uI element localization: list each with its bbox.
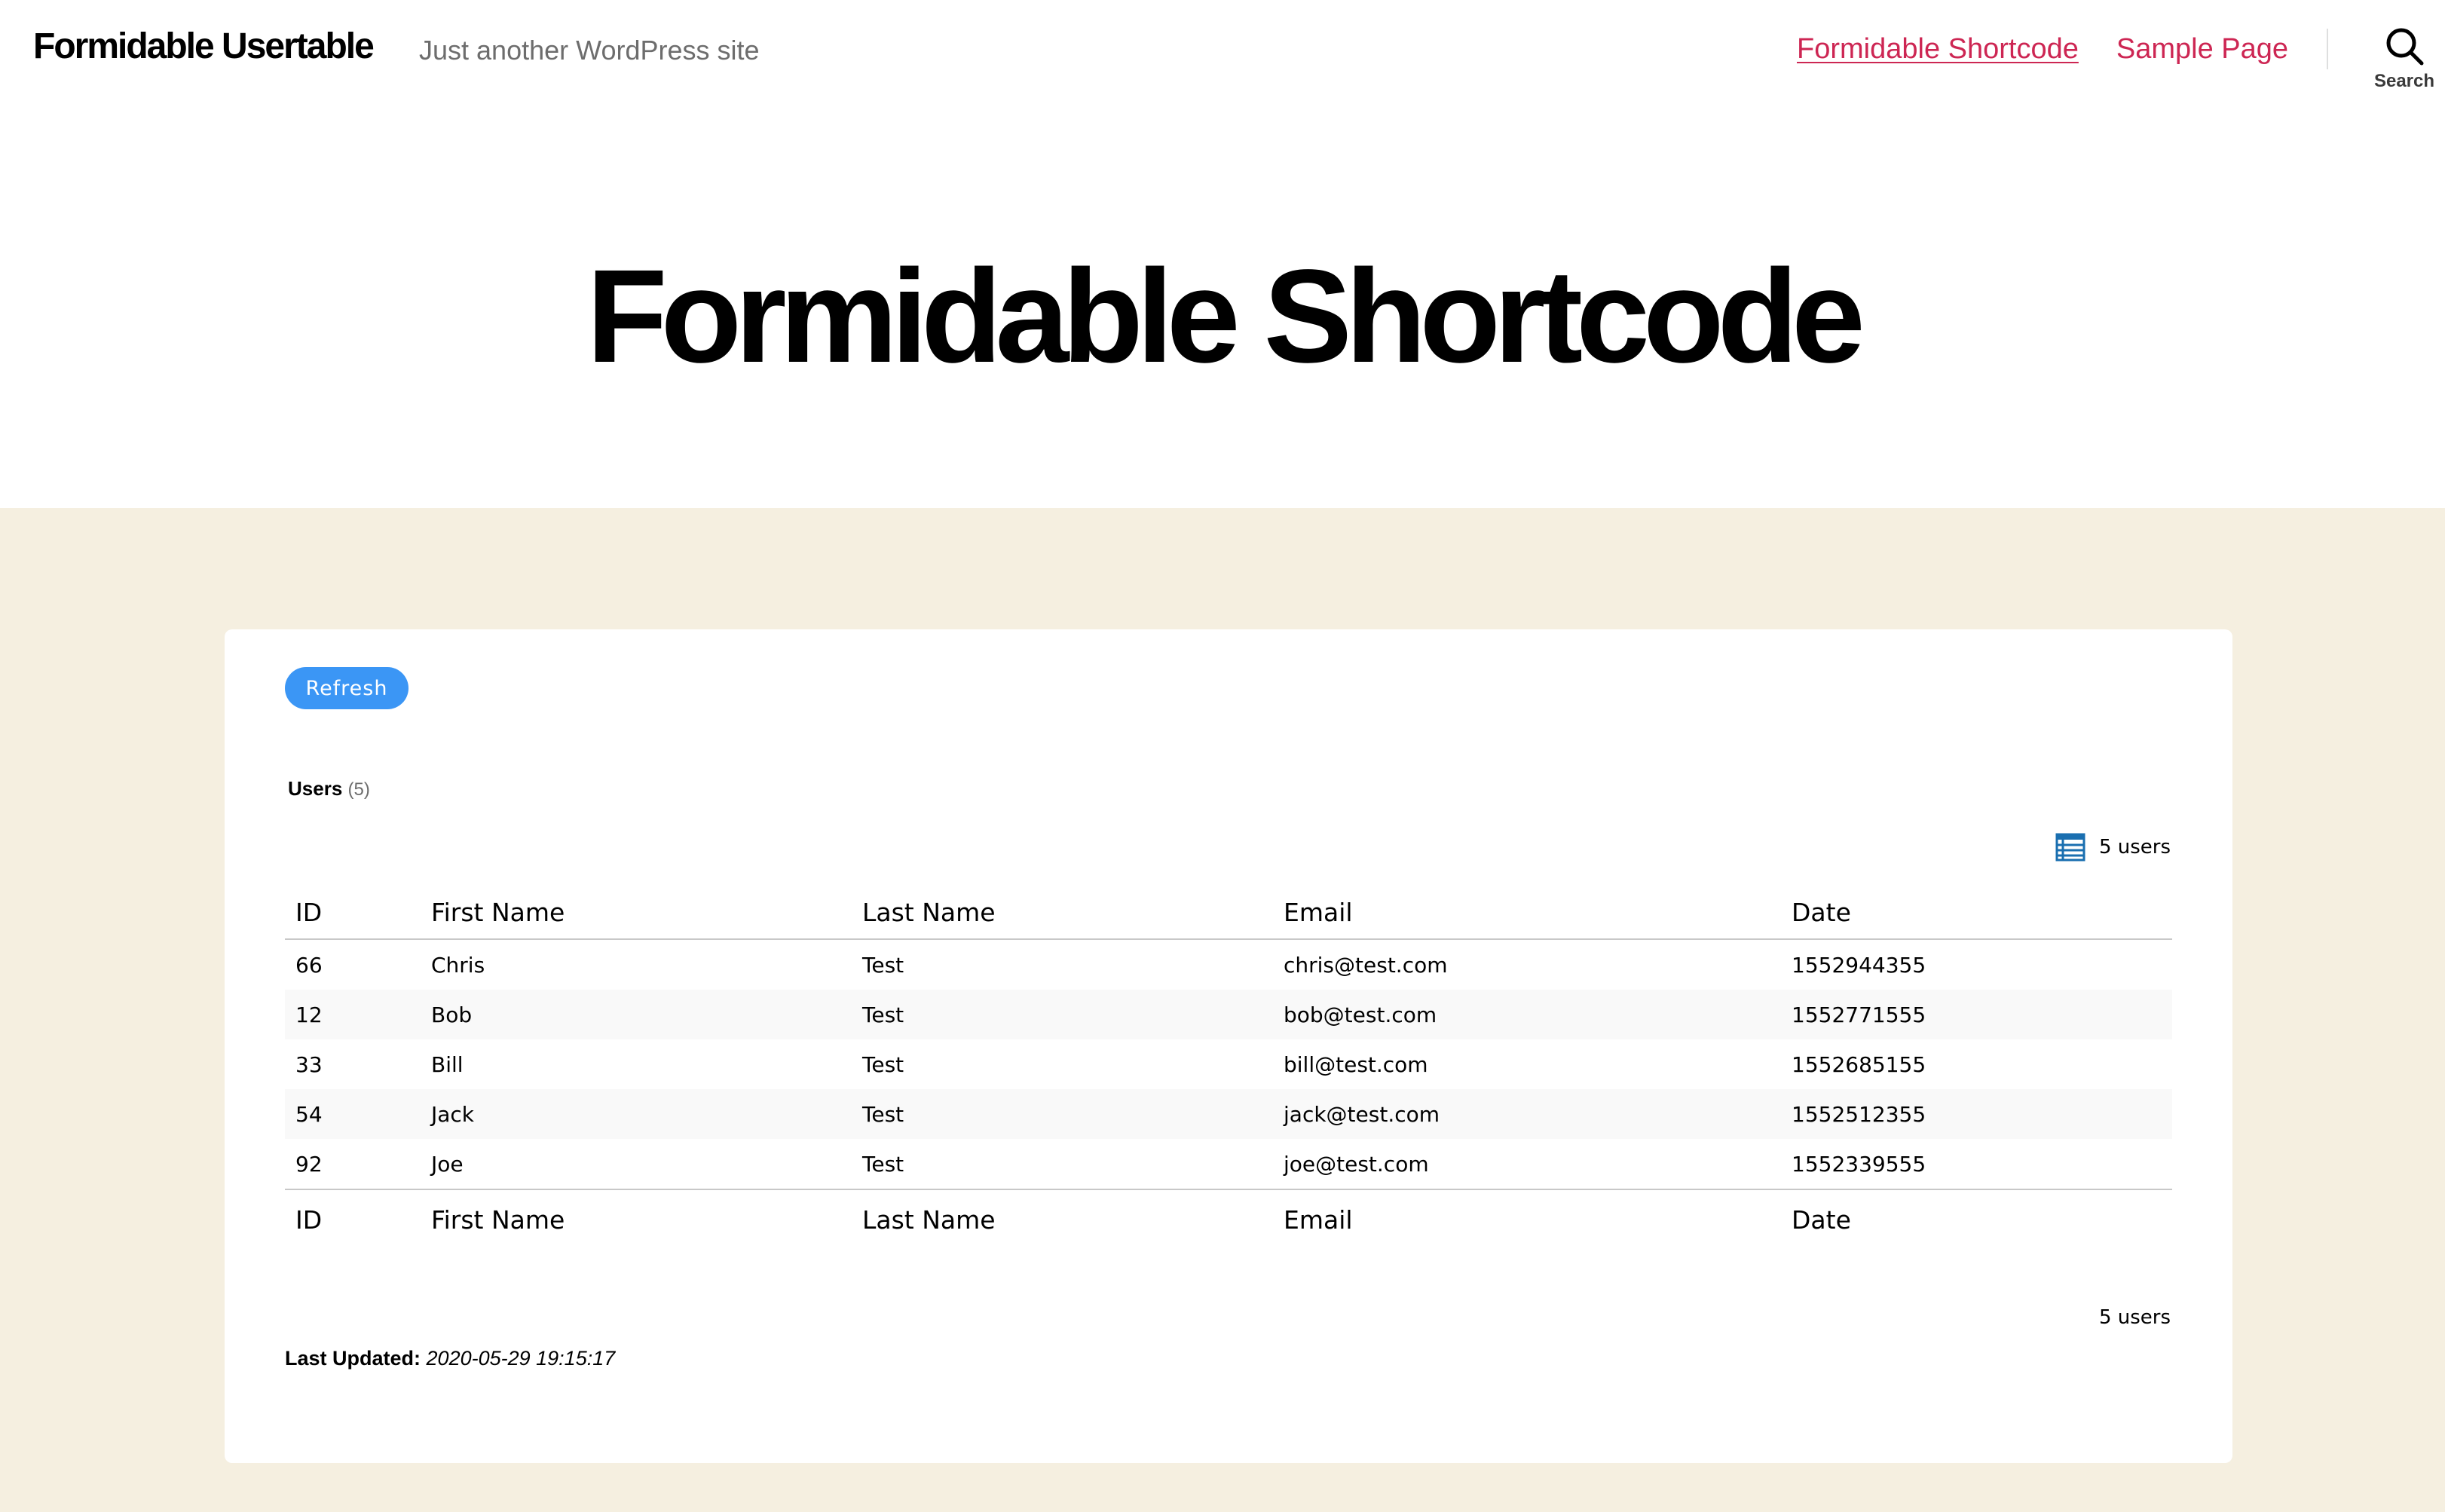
cell-date: 1552685155 bbox=[1792, 1051, 1926, 1077]
cell-last-name: Test bbox=[852, 990, 1273, 1039]
site-header: Formidable Usertable Just another WordPr… bbox=[0, 0, 2445, 98]
cell-last-name: Test bbox=[862, 952, 904, 978]
cell-id: 54 bbox=[285, 1089, 421, 1139]
users-heading: Users (5) bbox=[288, 777, 370, 800]
cell-date: 1552771555 bbox=[1781, 990, 2172, 1039]
cell-id: 12 bbox=[285, 990, 421, 1039]
nav-item-sample-page[interactable]: Sample Page bbox=[2116, 26, 2288, 72]
column-header-id[interactable]: ID bbox=[285, 886, 421, 940]
site-tagline: Just another WordPress site bbox=[419, 35, 760, 66]
users-heading-label: Users bbox=[288, 777, 343, 800]
table-row[interactable]: 66 Chris Test chris@test.com 1552944355 bbox=[285, 939, 2172, 990]
users-heading-count: (5) bbox=[347, 779, 370, 800]
table-footer-row: ID First Name Last Name Email Date bbox=[285, 1189, 2172, 1249]
cell-first-name: Jack bbox=[421, 1089, 852, 1139]
page-title: Formidable Shortcode bbox=[586, 243, 1865, 390]
table-tools: 5 users bbox=[2055, 831, 2171, 863]
search-icon bbox=[2386, 28, 2424, 66]
search-label: Search bbox=[2373, 71, 2435, 91]
usertable-widget: Refresh Users (5) 5 users ID First Name … bbox=[225, 629, 2232, 1463]
table-row[interactable]: 12 Bob Test bob@test.com 1552771555 bbox=[285, 990, 2172, 1039]
primary-menu: Formidable Shortcode Sample Page bbox=[1797, 26, 2288, 72]
table-row[interactable]: 54 Jack Test jack@test.com 1552512355 bbox=[285, 1089, 2172, 1139]
column-header-date[interactable]: Date bbox=[1781, 886, 2172, 940]
cell-email: bill@test.com bbox=[1284, 1051, 1428, 1077]
entry-header: Formidable Shortcode bbox=[0, 98, 2445, 508]
column-footer-last-name[interactable]: Last Name bbox=[852, 1189, 1273, 1249]
column-footer-date[interactable]: Date bbox=[1781, 1189, 2172, 1249]
table-list-icon[interactable] bbox=[2055, 832, 2085, 862]
refresh-button[interactable]: Refresh bbox=[285, 667, 409, 709]
cell-id: 33 bbox=[295, 1051, 323, 1077]
column-footer-email[interactable]: Email bbox=[1273, 1189, 1781, 1249]
cell-last-name: Test bbox=[862, 1051, 904, 1077]
column-footer-id[interactable]: ID bbox=[285, 1189, 421, 1249]
cell-id: 66 bbox=[295, 952, 323, 978]
cell-date: 1552512355 bbox=[1781, 1089, 2172, 1139]
cell-first-name: Joe bbox=[431, 1151, 464, 1177]
nav-divider bbox=[2327, 29, 2328, 69]
nav-item-formidable-shortcode[interactable]: Formidable Shortcode bbox=[1797, 26, 2079, 72]
users-table: ID First Name Last Name Email Date 66 Ch… bbox=[285, 886, 2172, 1249]
cell-last-name: Test bbox=[852, 1089, 1273, 1139]
user-count-bottom: 5 users bbox=[2098, 1306, 2171, 1329]
cell-first-name: Bob bbox=[421, 990, 852, 1039]
column-header-email[interactable]: Email bbox=[1273, 886, 1781, 940]
cell-date: 1552944355 bbox=[1792, 952, 1926, 978]
cell-email: joe@test.com bbox=[1284, 1151, 1429, 1177]
cell-email: bob@test.com bbox=[1273, 990, 1781, 1039]
cell-first-name: Bill bbox=[431, 1051, 464, 1077]
table-row[interactable]: 33 Bill Test bill@test.com 1552685155 bbox=[285, 1039, 2172, 1089]
site-title[interactable]: Formidable Usertable bbox=[33, 21, 375, 72]
cell-last-name: Test bbox=[862, 1151, 904, 1177]
column-header-first-name[interactable]: First Name bbox=[421, 886, 852, 940]
last-updated-value: 2020-05-29 19:15:17 bbox=[426, 1347, 616, 1370]
table-header-row: ID First Name Last Name Email Date bbox=[285, 886, 2172, 940]
search-toggle-button[interactable]: Search bbox=[2364, 26, 2445, 101]
cell-email: jack@test.com bbox=[1273, 1089, 1781, 1139]
cell-first-name: Chris bbox=[431, 952, 485, 978]
cell-id: 92 bbox=[295, 1151, 323, 1177]
column-footer-first-name[interactable]: First Name bbox=[421, 1189, 852, 1249]
user-count-top: 5 users bbox=[2098, 836, 2171, 859]
cell-email: chris@test.com bbox=[1284, 952, 1448, 978]
cell-date: 1552339555 bbox=[1792, 1151, 1926, 1177]
table-row[interactable]: 92 Joe Test joe@test.com 1552339555 bbox=[285, 1139, 2172, 1189]
last-updated-label: Last Updated: bbox=[285, 1347, 421, 1370]
column-header-last-name[interactable]: Last Name bbox=[852, 886, 1273, 940]
last-updated: Last Updated: 2020-05-29 19:15:17 bbox=[285, 1347, 615, 1370]
